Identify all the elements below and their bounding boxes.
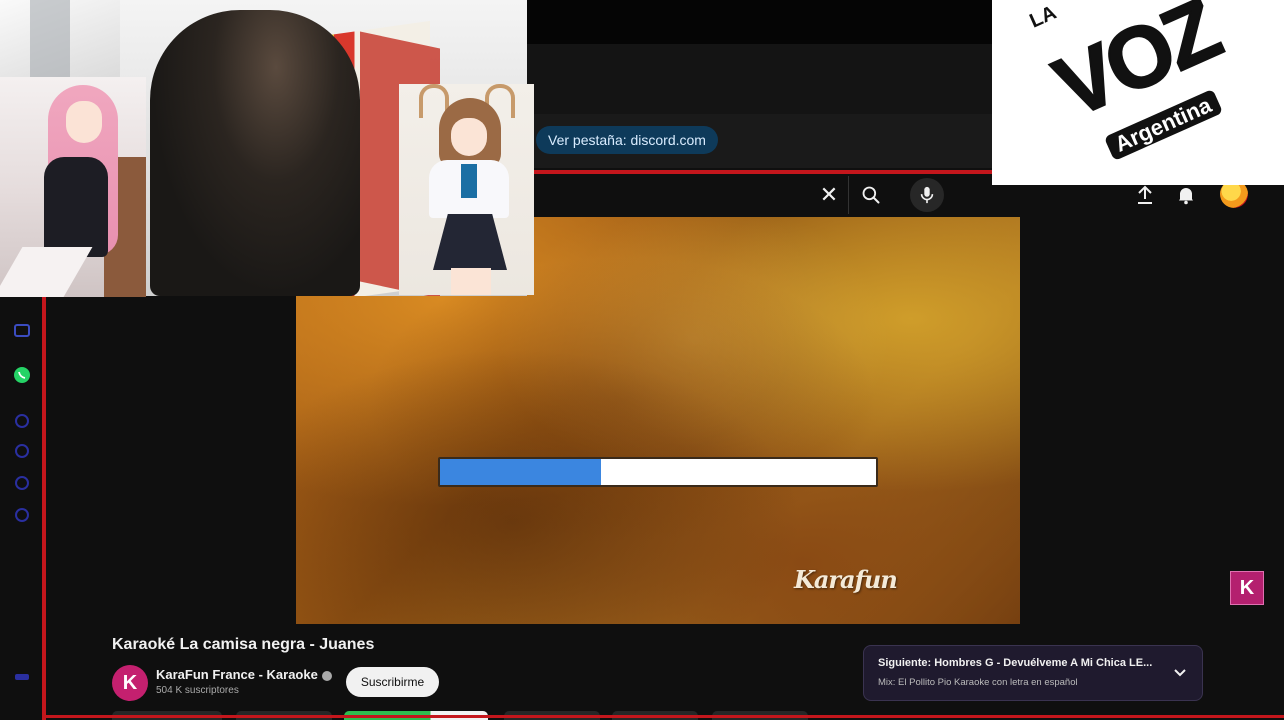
anime-right-face <box>451 118 487 156</box>
explore-icon[interactable] <box>13 412 31 430</box>
channel-name[interactable]: KaraFun France - Karaoke <box>156 667 332 682</box>
anime-right-legs <box>451 268 491 295</box>
up-next-card[interactable]: Siguiente: Hombres G - Devuélveme A Mi C… <box>863 645 1203 701</box>
video-title: Karaoké La camisa negra - Juanes <box>112 636 375 653</box>
anime-image-left <box>0 77 146 297</box>
playlist-icon[interactable] <box>13 474 31 492</box>
bell-icon <box>1179 188 1193 205</box>
up-next-title: Siguiente: Hombres G - Devuélveme A Mi C… <box>878 657 1153 669</box>
whatsapp-icon[interactable] <box>13 366 31 384</box>
anime-left-dress <box>44 157 108 257</box>
history-icon[interactable] <box>13 442 31 460</box>
voice-search-button[interactable] <box>910 178 944 212</box>
browser-tab-strip <box>527 0 992 44</box>
notifications-button[interactable] <box>1173 182 1199 208</box>
anime-right-skirt <box>433 214 507 270</box>
channel-avatar[interactable]: K <box>112 665 148 701</box>
accent-line-left <box>42 296 46 720</box>
subscribe-button[interactable]: Suscribirme <box>346 667 439 697</box>
upload-button[interactable] <box>1132 182 1158 208</box>
anime-left-face <box>66 101 102 143</box>
screen: Ver pestaña: discord.com ✕ Karafun K Kar… <box>0 0 1284 720</box>
search-icon <box>862 186 879 204</box>
lyrics-progress-fill <box>440 459 602 485</box>
close-icon[interactable]: ✕ <box>812 182 846 208</box>
upload-icon <box>1138 185 1152 204</box>
karafun-corner-badge[interactable]: K <box>1230 571 1264 605</box>
menu-icon[interactable] <box>13 668 31 686</box>
sidebar <box>0 296 42 720</box>
anime-left-legs <box>0 247 93 297</box>
channel-name-text[interactable]: KaraFun France - Karaoke <box>156 667 318 682</box>
la-voz-argentina-logo: LA VOZ Argentina <box>992 0 1284 185</box>
accent-line-bottom <box>42 715 1284 718</box>
discord-tab-hint[interactable]: Ver pestaña: discord.com <box>536 126 718 154</box>
subscriber-count: 504 K suscriptores <box>156 685 239 696</box>
verified-icon <box>321 670 332 681</box>
webcam-person <box>150 10 360 296</box>
library-icon[interactable] <box>13 322 31 340</box>
mic-icon <box>920 186 934 204</box>
up-next-playlist: Mix: El Pollito Pio Karaoke con letra en… <box>878 677 1078 688</box>
webcam-window <box>30 0 70 80</box>
settings-icon[interactable] <box>13 506 31 524</box>
search-button[interactable] <box>848 176 892 214</box>
anime-right-tie <box>461 164 477 198</box>
chevron-down-icon[interactable] <box>1170 663 1190 683</box>
browser-toolbar <box>527 44 992 114</box>
lyrics-progress-bar <box>438 457 878 487</box>
logo-la-text: LA <box>1026 1 1060 33</box>
anime-image-right <box>399 84 534 295</box>
karafun-watermark: Karafun <box>794 565 898 594</box>
